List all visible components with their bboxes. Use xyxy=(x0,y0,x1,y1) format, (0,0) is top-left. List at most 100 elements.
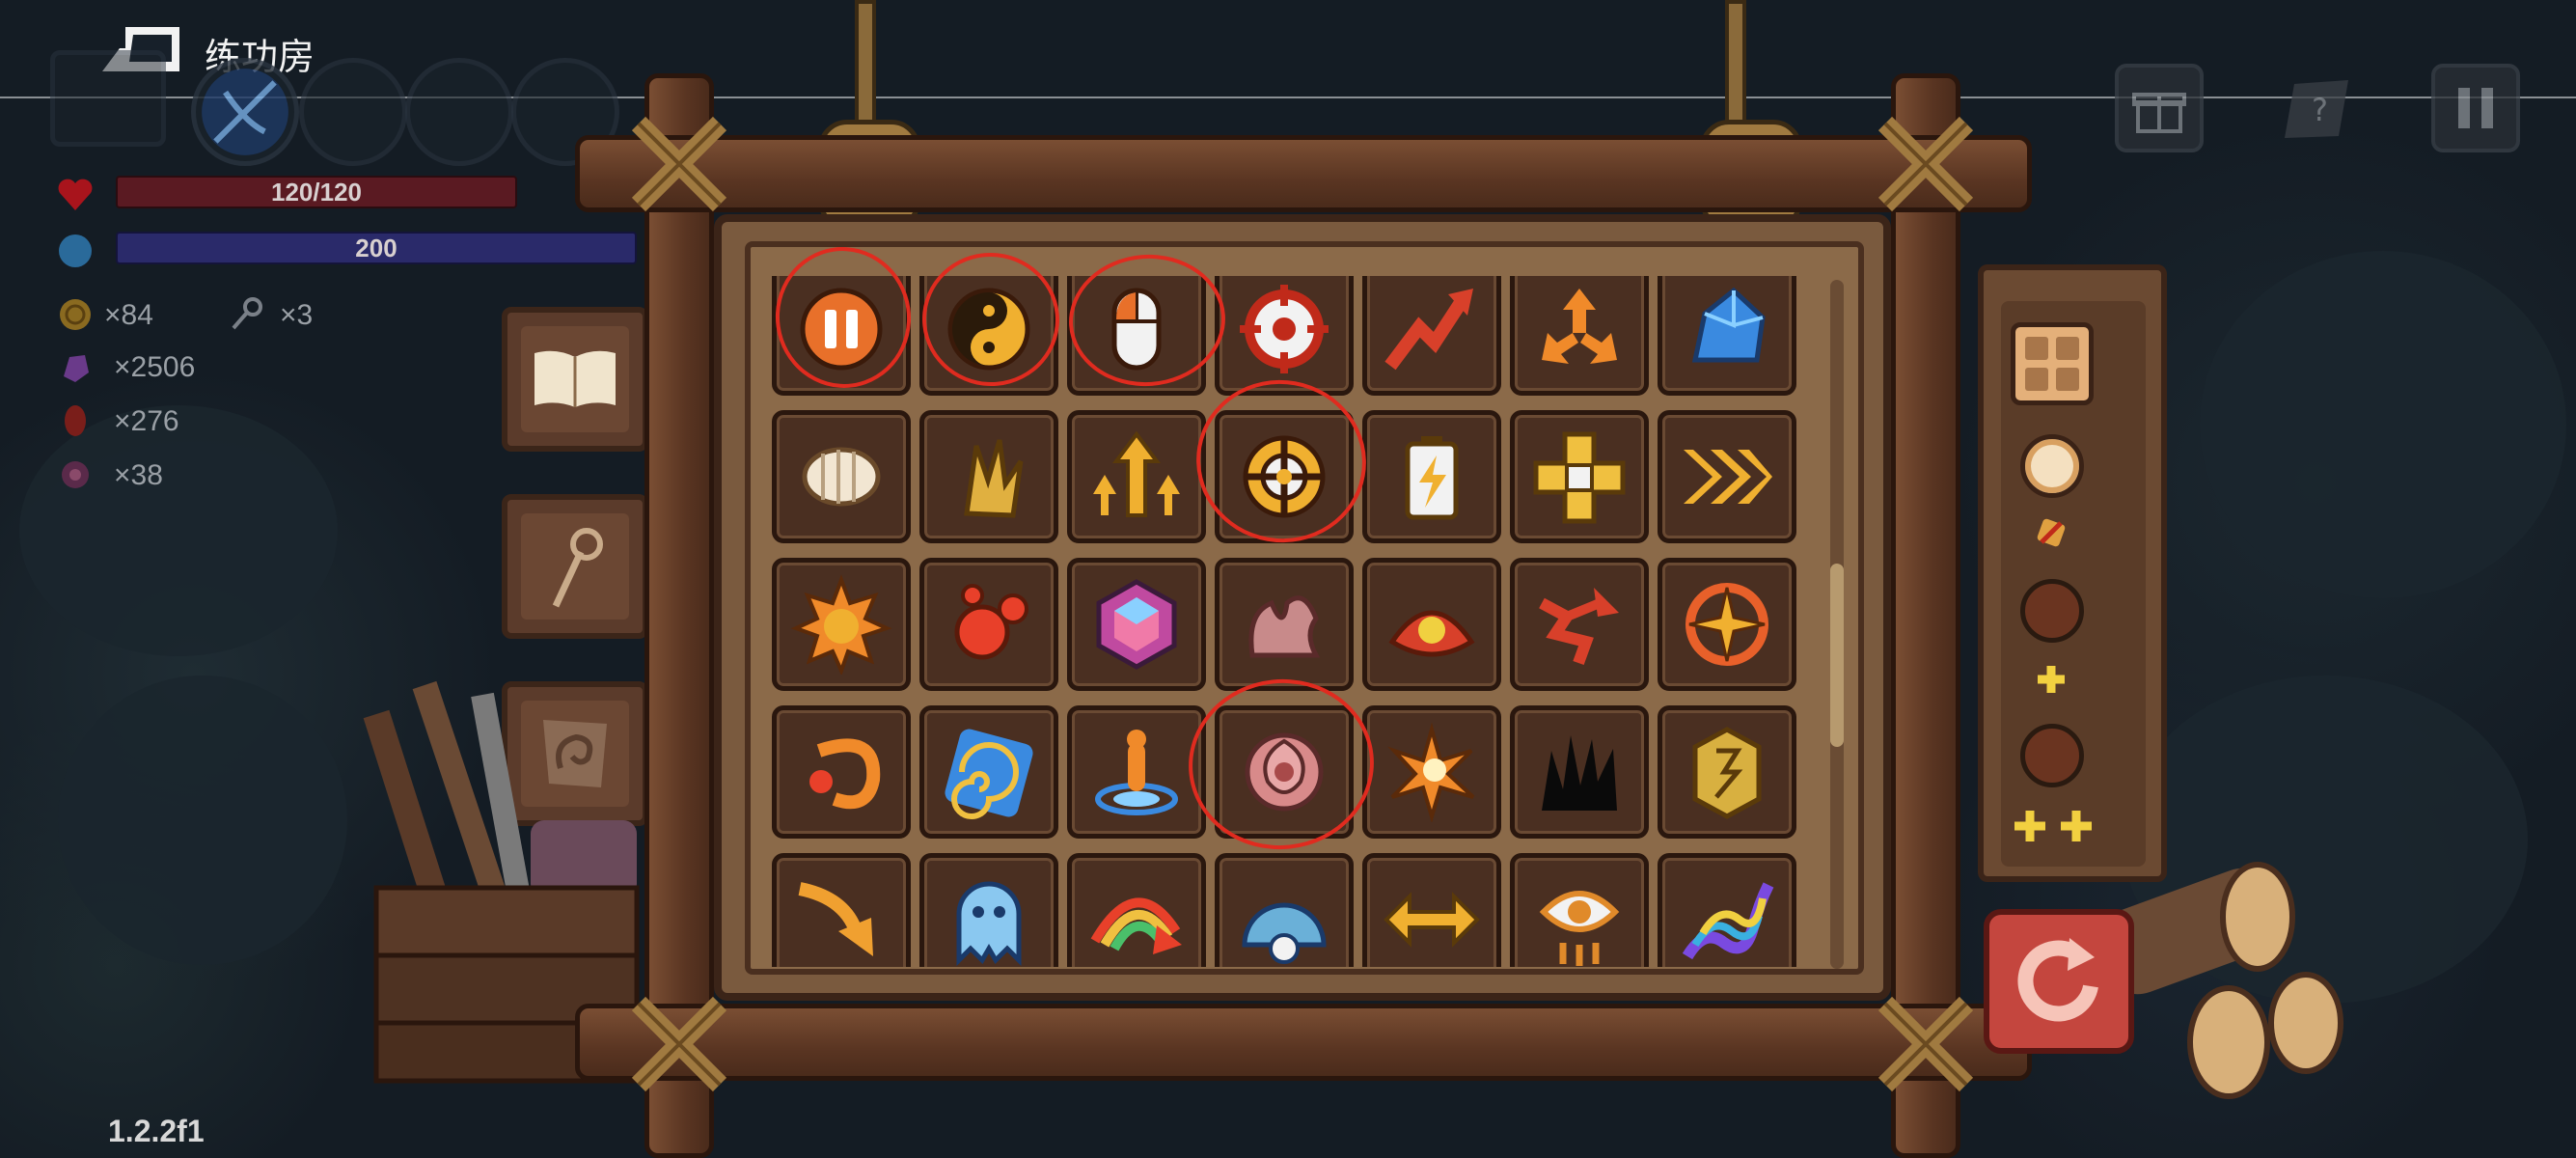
spiky-gem-icon xyxy=(62,461,89,488)
skill-tile[interactable] xyxy=(1510,853,1649,967)
rope-knot xyxy=(631,116,727,212)
skill-tile[interactable] xyxy=(1510,276,1649,396)
skill-tile[interactable] xyxy=(919,410,1058,543)
skill-tile[interactable] xyxy=(1510,410,1649,543)
empty-slot[interactable] xyxy=(299,58,407,166)
tentacle-icon xyxy=(1248,595,1321,658)
skill-tile[interactable] xyxy=(1067,853,1206,967)
skill-tile[interactable] xyxy=(919,853,1058,967)
swirl-arrow-icon xyxy=(1539,588,1619,666)
pause-icon xyxy=(2458,88,2493,128)
vortex-icon xyxy=(945,729,1033,819)
skill-tile[interactable] xyxy=(919,705,1058,839)
empty-slot[interactable] xyxy=(405,58,513,166)
version-label: 1.2.2f1 xyxy=(108,1114,205,1148)
blue-crystal-icon xyxy=(1691,287,1766,363)
skill-tile[interactable] xyxy=(1067,410,1206,543)
claw-icon xyxy=(964,439,1024,518)
frame-beam-top xyxy=(575,135,2032,212)
background-tree xyxy=(19,405,338,656)
orbit-icon xyxy=(809,738,881,810)
skill-tile[interactable] xyxy=(1215,276,1354,396)
skill-tile[interactable] xyxy=(1362,558,1501,691)
gem-count: ×38 xyxy=(114,459,163,491)
heart-icon xyxy=(58,179,93,210)
rune-tablet-icon xyxy=(1692,727,1762,819)
skill-tile[interactable] xyxy=(1215,853,1354,967)
skill-tile[interactable] xyxy=(1362,853,1501,967)
grid-view-button[interactable] xyxy=(2011,322,2094,405)
key-count: ×3 xyxy=(280,299,314,331)
fast-forward-icon xyxy=(1684,450,1772,504)
plus-icon xyxy=(2038,666,2065,693)
meat-icon xyxy=(65,405,86,436)
loadout-slot[interactable] xyxy=(2020,579,2084,643)
eye-totem-icon xyxy=(1539,891,1620,966)
pause-button[interactable] xyxy=(2431,64,2520,152)
frame-beam-bottom xyxy=(575,1004,2032,1081)
scrollbar-thumb[interactable] xyxy=(1830,564,1844,747)
weapon-slot[interactable] xyxy=(191,58,299,166)
red-orb-icon xyxy=(954,584,1028,660)
crystal-count: ×2506 xyxy=(114,351,196,383)
help-button[interactable]: ? xyxy=(2273,64,2362,152)
skill-tile[interactable] xyxy=(772,410,911,543)
skill-tile[interactable] xyxy=(772,558,911,691)
hp-bar: 120/120 xyxy=(116,176,517,208)
skill-tile[interactable] xyxy=(1658,276,1796,396)
shadow-icon xyxy=(1542,735,1617,811)
mini-skill-icon xyxy=(2037,518,2066,547)
refresh-icon xyxy=(2017,938,2098,1022)
grid-icon xyxy=(2025,337,2079,391)
background-tree xyxy=(2200,251,2566,598)
mana-orb-icon xyxy=(59,234,92,267)
staff-icon xyxy=(552,528,603,608)
codex-button-face xyxy=(521,326,629,432)
skill-tile[interactable] xyxy=(1215,558,1354,691)
codex-button[interactable] xyxy=(502,307,648,452)
gift-button[interactable] xyxy=(2115,64,2204,152)
clam-icon xyxy=(1388,610,1475,657)
loadout-slot[interactable] xyxy=(2020,724,2084,787)
rising-arrow-icon xyxy=(1384,289,1473,371)
crosshair-icon xyxy=(1240,285,1329,373)
skill-tile[interactable] xyxy=(1362,410,1501,543)
background-bush xyxy=(58,676,347,965)
equipped-ring-slot[interactable] xyxy=(2020,434,2084,498)
skill-tile[interactable] xyxy=(772,853,911,967)
inventory-chest-slot[interactable] xyxy=(50,50,166,147)
mp-bar: 200 xyxy=(116,232,637,264)
reset-button[interactable] xyxy=(1984,909,2134,1054)
rope-knot xyxy=(1877,996,1974,1092)
burst-icon xyxy=(1387,722,1475,822)
double-arrow-icon xyxy=(1384,892,1480,948)
meat-count: ×276 xyxy=(114,405,179,437)
rainbow-arrow-icon xyxy=(1090,897,1182,954)
sun-icon xyxy=(790,574,892,675)
skill-tile[interactable] xyxy=(772,705,911,839)
skill-tile[interactable] xyxy=(1067,558,1206,691)
ice-dome-icon xyxy=(1242,902,1327,964)
skill-tile[interactable] xyxy=(1362,276,1501,396)
coin-icon xyxy=(60,299,91,330)
skill-tile[interactable] xyxy=(1658,853,1796,967)
help-book-icon: ? xyxy=(2285,80,2348,138)
cross-shield-icon xyxy=(1533,431,1626,524)
triple-arrow-icon xyxy=(1542,289,1617,364)
skill-tile[interactable] xyxy=(919,558,1058,691)
skill-tile[interactable] xyxy=(1658,558,1796,691)
skill-tile[interactable] xyxy=(1510,558,1649,691)
skill-tile[interactable] xyxy=(1658,705,1796,839)
staff-button[interactable] xyxy=(502,494,648,639)
skill-tile[interactable] xyxy=(1362,705,1501,839)
skill-tile[interactable] xyxy=(1510,705,1649,839)
skill-tile[interactable] xyxy=(1067,705,1206,839)
rope-knot xyxy=(631,996,727,1092)
rope-knot xyxy=(1877,116,1974,212)
skill-tile[interactable] xyxy=(1658,410,1796,543)
book-icon xyxy=(534,350,616,407)
coin-count: ×84 xyxy=(104,299,153,331)
staff-button-face xyxy=(521,513,629,620)
key-icon xyxy=(232,297,262,330)
double-plus-icon xyxy=(2014,811,2092,841)
